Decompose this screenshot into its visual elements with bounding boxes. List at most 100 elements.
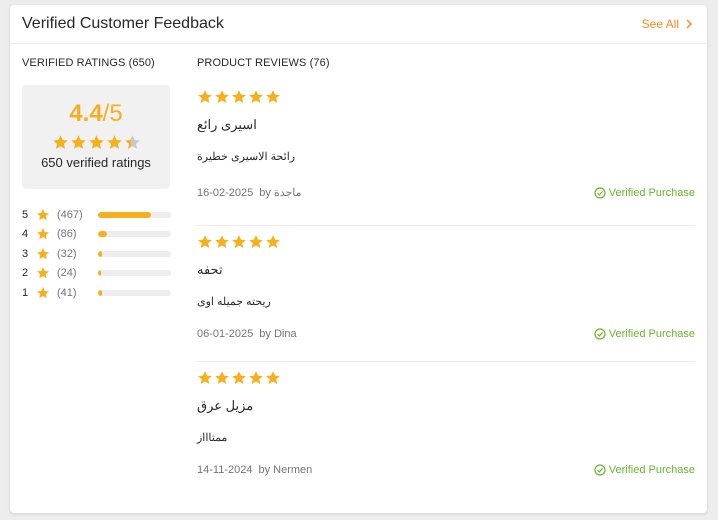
star-icon (249, 90, 263, 103)
star-icon (198, 90, 212, 103)
review-body: رائحة الاسيرى خطيرة (197, 151, 296, 163)
rating-bar (98, 289, 171, 296)
rating-count: (32) (57, 247, 77, 260)
review-title: مزيل عرق (197, 398, 254, 413)
verified-ratings-label: VERIFIED RATINGS (650) (22, 57, 155, 69)
rating-bar (98, 250, 171, 257)
star-icon (266, 371, 280, 384)
review-body: ممتاااز (197, 432, 228, 444)
card-title: Verified Customer Feedback (22, 15, 224, 32)
rating-bar-fill (98, 231, 108, 238)
review-stars (197, 370, 695, 386)
star-icon (198, 235, 212, 248)
star-icon (266, 90, 280, 103)
star-icon (36, 228, 50, 240)
review-item: مزيل عرق ممتاااز 14-11-2024 by Nermen Verifi… (197, 362, 695, 496)
rating-row[interactable]: 2 (24) (22, 264, 172, 284)
check-circle-icon (594, 464, 606, 476)
review-date: 14-11-2024 (197, 464, 253, 476)
review-footer: 14-11-2024 by Nermen Verified Purchase (197, 464, 695, 476)
star-icon (106, 135, 122, 149)
review-item: تحفه ريحته جميله اوى 06-01-2025 by Dina Veri… (197, 226, 695, 362)
star-icon (88, 135, 104, 149)
star-icon (198, 371, 212, 384)
rating-bar-fill (98, 270, 101, 277)
star-icon (249, 371, 263, 384)
rating-bar-fill (98, 211, 151, 218)
verified-purchase-label: Verified Purchase (608, 464, 695, 476)
rating-breakdown: 5 (467) 4 (86) 3 (32) 2 (24) 1 (41) (22, 205, 172, 303)
star-icon (124, 135, 140, 149)
score-box: 4.4/5 650 verified ratings (22, 85, 170, 189)
score-out-of: /5 (102, 100, 123, 127)
rating-count: (86) (57, 228, 77, 241)
star-icon (36, 286, 50, 298)
verified-purchase-label: Verified Purchase (608, 186, 695, 199)
review-author: by ماجدة (259, 187, 302, 199)
review-meta: 06-01-2025 by Dina (197, 328, 297, 340)
rating-row[interactable]: 3 (32) (22, 244, 172, 264)
star-icon (232, 90, 246, 103)
star-icon (266, 235, 280, 248)
chevron-right-icon (686, 19, 693, 29)
review-author: by Dina (259, 328, 297, 340)
card-header: Verified Customer Feedback See All (10, 5, 707, 44)
review-item: اسيرى رائع رائحة الاسيرى خطيرة 16-02-2025 b… (197, 79, 695, 226)
ratings-panel: VERIFIED RATINGS (650) 4.4/5 650 verifie… (22, 57, 172, 303)
rating-bar (98, 211, 171, 218)
rating-level: 2 (22, 267, 29, 280)
review-title: اسيرى رائع (197, 117, 257, 132)
verified-purchase-badge: Verified Purchase (594, 464, 695, 476)
star-icon (232, 371, 246, 384)
rating-row[interactable]: 4 (86) (22, 225, 172, 245)
see-all-link[interactable]: See All (642, 17, 695, 31)
review-author: by Nermen (258, 464, 313, 476)
review-title: تحفه (197, 262, 223, 277)
verified-purchase-label: Verified Purchase (608, 328, 695, 340)
check-circle-icon (594, 328, 606, 340)
review-stars (197, 89, 695, 105)
rating-row[interactable]: 1 (41) (22, 283, 172, 303)
verified-purchase-badge: Verified Purchase (594, 328, 695, 340)
review-meta: 16-02-2025 by ماجدة (197, 186, 302, 199)
star-icon (249, 235, 263, 248)
star-icon (70, 135, 86, 149)
star-icon (232, 235, 246, 248)
star-icon (36, 267, 50, 279)
verified-purchase-badge: Verified Purchase (594, 187, 695, 199)
star-icon (36, 208, 50, 220)
star-icon (215, 371, 229, 384)
review-footer: 06-01-2025 by Dina Verified Purchase (197, 328, 695, 340)
feedback-card: Verified Customer Feedback See All VERIF… (10, 5, 707, 513)
rating-bar-fill (98, 250, 102, 257)
star-icon (36, 247, 50, 259)
check-circle-icon (594, 186, 606, 199)
rating-bar (98, 231, 171, 238)
rating-bar (98, 270, 171, 277)
rating-level: 5 (22, 208, 29, 221)
review-meta: 14-11-2024 by Nermen (197, 464, 312, 476)
star-icon (215, 235, 229, 248)
rating-bar-fill (98, 289, 103, 296)
review-body: ريحته جميله اوى (197, 296, 271, 308)
rating-level: 4 (22, 228, 29, 241)
rating-count: (24) (57, 267, 77, 280)
rating-count: (467) (57, 208, 83, 221)
average-stars (52, 134, 141, 151)
average-value: 4.4 (69, 100, 103, 127)
rating-row[interactable]: 5 (467) (22, 205, 172, 225)
review-date: 06-01-2025 (197, 328, 254, 340)
rating-level: 3 (22, 247, 29, 260)
star-icon (215, 90, 229, 103)
average-score: 4.4/5 (69, 100, 122, 128)
star-icon (52, 135, 68, 149)
rating-level: 1 (22, 286, 29, 299)
rating-count: (41) (57, 286, 77, 299)
verified-ratings-count: 650 verified ratings (41, 155, 151, 170)
product-reviews-label: PRODUCT REVIEWS (76) (197, 57, 330, 69)
review-date: 16-02-2025 (197, 187, 254, 199)
review-list: اسيرى رائع رائحة الاسيرى خطيرة 16-02-2025 b… (197, 79, 695, 496)
reviews-panel: PRODUCT REVIEWS (76) اسيرى رائع رائحة الا… (197, 57, 695, 496)
see-all-label: See All (641, 17, 679, 31)
review-stars (197, 234, 695, 250)
